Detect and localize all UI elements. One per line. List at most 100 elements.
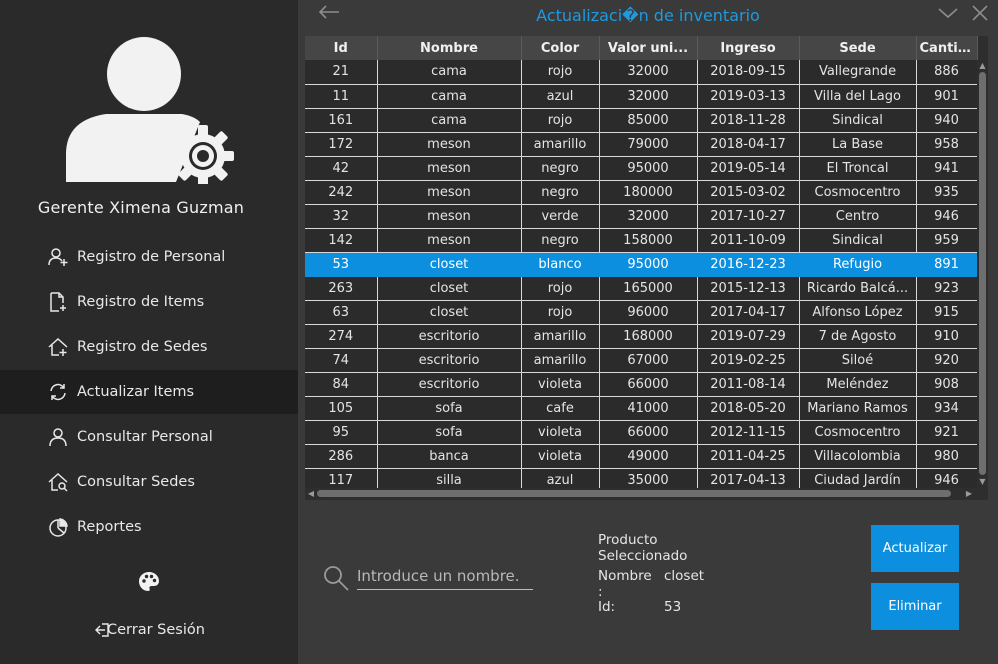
cell-sede: Villa del Lago [799, 84, 917, 109]
table-row[interactable]: 263 closet rojo 165000 2015-12-13 Ricardo Bal… [305, 276, 978, 301]
horizontal-scrollbar[interactable]: ◀ ▶ [305, 488, 988, 500]
column-header-sede[interactable]: Sede [799, 36, 917, 60]
vertical-scroll-thumb[interactable] [979, 72, 986, 475]
cell-sede: Sindical [799, 228, 917, 253]
sidebar-item-consultar-personal[interactable]: Consultar Personal [0, 415, 298, 459]
scroll-up-icon[interactable]: ▲ [977, 60, 988, 72]
cell-sede: Meléndez [799, 372, 917, 397]
cell-ingreso: 2019-03-13 [697, 84, 800, 109]
table-row[interactable]: 95 sofa violeta 66000 2012-11-15 Cosmocentro 9… [305, 420, 978, 445]
scroll-right-icon[interactable]: ▶ [963, 488, 975, 500]
cell-color: violeta [521, 420, 600, 445]
cell-cantidad: 958 [916, 132, 978, 157]
vertical-scrollbar[interactable]: ▲ ▼ [977, 60, 988, 488]
user-settings-icon [66, 37, 234, 184]
cell-nombre: cama [377, 84, 522, 109]
cell-cantidad: 920 [916, 348, 978, 373]
cell-valor: 158000 [599, 228, 698, 253]
cell-id: 242 [305, 180, 378, 205]
sidebar-item-registro-sedes[interactable]: Registro de Sedes [0, 325, 298, 369]
cell-sede: Villacolombia [799, 444, 917, 469]
cell-nombre: sofa [377, 396, 522, 421]
cell-color: negro [521, 228, 600, 253]
cell-valor: 79000 [599, 132, 698, 157]
delete-button[interactable]: Eliminar [871, 583, 959, 630]
sidebar-item-actualizar-items[interactable]: Actualizar Items [0, 370, 298, 414]
cell-valor: 32000 [599, 60, 698, 85]
chevron-down-icon[interactable] [938, 6, 958, 20]
table-row[interactable]: 172 meson amarillo 79000 2018-04-17 La Base 95… [305, 132, 978, 157]
cell-id: 142 [305, 228, 378, 253]
table-row[interactable]: 286 banca violeta 49000 2011-04-25 Villacolom… [305, 444, 978, 469]
table-row[interactable]: 32 meson verde 32000 2017-10-27 Centro 946 [305, 204, 978, 229]
sidebar-item-registro-items[interactable]: Registro de Items [0, 280, 298, 324]
table-row[interactable]: 11 cama azul 32000 2019-03-13 Villa del Lago 9… [305, 84, 978, 109]
sidebar-item-reportes[interactable]: Reportes [0, 505, 298, 549]
sidebar-item-label: Consultar Personal [77, 429, 213, 445]
cell-sede: Siloé [799, 348, 917, 373]
close-icon[interactable] [972, 5, 988, 21]
column-header-nombre[interactable]: Nombre [377, 36, 522, 60]
cell-ingreso: 2011-04-25 [697, 444, 800, 469]
cell-id: 95 [305, 420, 378, 445]
table-row[interactable]: 21 cama rojo 32000 2018-09-15 Vallegrande 886 [305, 60, 978, 85]
horizontal-scroll-thumb[interactable] [317, 490, 951, 497]
table-row[interactable]: 274 escritorio amarillo 168000 2019-07-29 7 d… [305, 324, 978, 349]
table-row[interactable]: 53 closet blanco 95000 2016-12-23 Refugio 891 [305, 252, 978, 277]
add-document-icon [47, 291, 69, 313]
table-row[interactable]: 63 closet rojo 96000 2017-04-17 Alfonso López… [305, 300, 978, 325]
cell-valor: 66000 [599, 372, 698, 397]
cell-color: blanco [521, 252, 600, 277]
sidebar-item-registro-personal[interactable]: Registro de Personal [0, 235, 298, 279]
palette-icon[interactable] [137, 570, 161, 594]
scroll-down-icon[interactable]: ▼ [977, 476, 988, 488]
table-row[interactable]: 161 cama rojo 85000 2018-11-28 Sindical 940 [305, 108, 978, 133]
cell-ingreso: 2019-07-29 [697, 324, 800, 349]
table-row[interactable]: 242 meson negro 180000 2015-03-02 Cosmocentro… [305, 180, 978, 205]
table-row[interactable]: 84 escritorio violeta 66000 2011-08-14 Melénd… [305, 372, 978, 397]
column-header-valor[interactable]: Valor uni... [599, 36, 698, 60]
cell-cantidad: 886 [916, 60, 978, 85]
cell-ingreso: 2018-04-17 [697, 132, 800, 157]
cell-id: 11 [305, 84, 378, 109]
cell-cantidad: 915 [916, 300, 978, 325]
update-button[interactable]: Actualizar [871, 525, 959, 572]
table-row[interactable]: 42 meson negro 95000 2019-05-14 El Troncal 941 [305, 156, 978, 181]
cell-color: cafe [521, 396, 600, 421]
selected-name-label: Nombre : [598, 568, 652, 600]
selected-product-heading: Producto Seleccionado [598, 532, 688, 564]
cell-valor: 32000 [599, 84, 698, 109]
cell-nombre: closet [377, 276, 522, 301]
cell-id: 274 [305, 324, 378, 349]
scroll-left-icon[interactable]: ◀ [305, 488, 317, 500]
cell-color: negro [521, 156, 600, 181]
cell-cantidad: 946 [916, 204, 978, 229]
logout-button[interactable]: Cerrar Sesión [95, 622, 205, 638]
cell-id: 105 [305, 396, 378, 421]
cell-nombre: escritorio [377, 372, 522, 397]
cell-id: 32 [305, 204, 378, 229]
table-row[interactable]: 105 sofa cafe 41000 2018-05-20 Mariano Ramos 9… [305, 396, 978, 421]
cell-valor: 95000 [599, 252, 698, 277]
sidebar-item-consultar-sedes[interactable]: Consultar Sedes [0, 460, 298, 504]
table-row[interactable]: 74 escritorio amarillo 67000 2019-02-25 Siloé… [305, 348, 978, 373]
column-header-color[interactable]: Color [521, 36, 600, 60]
cell-ingreso: 2019-05-14 [697, 156, 800, 181]
column-header-id[interactable]: Id [305, 36, 378, 60]
search-input[interactable] [357, 562, 533, 590]
column-header-ingreso[interactable]: Ingreso [697, 36, 800, 60]
cell-color: rojo [521, 108, 600, 133]
sidebar-item-label: Registro de Items [77, 294, 205, 310]
cell-ingreso: 2011-10-09 [697, 228, 800, 253]
cell-nombre: meson [377, 204, 522, 229]
cell-color: rojo [521, 300, 600, 325]
user-name: Gerente Ximena Guzman [37, 198, 245, 217]
cell-ingreso: 2017-04-17 [697, 300, 800, 325]
cell-ingreso: 2016-12-23 [697, 252, 800, 277]
inventory-table: Id Nombre Color Valor uni... Ingreso Sed… [305, 36, 988, 500]
cell-color: amarillo [521, 348, 600, 373]
column-header-cantidad[interactable]: Cantid... [916, 36, 978, 60]
cell-cantidad: 935 [916, 180, 978, 205]
cell-id: 21 [305, 60, 378, 85]
table-row[interactable]: 142 meson negro 158000 2011-10-09 Sindical 959 [305, 228, 978, 253]
